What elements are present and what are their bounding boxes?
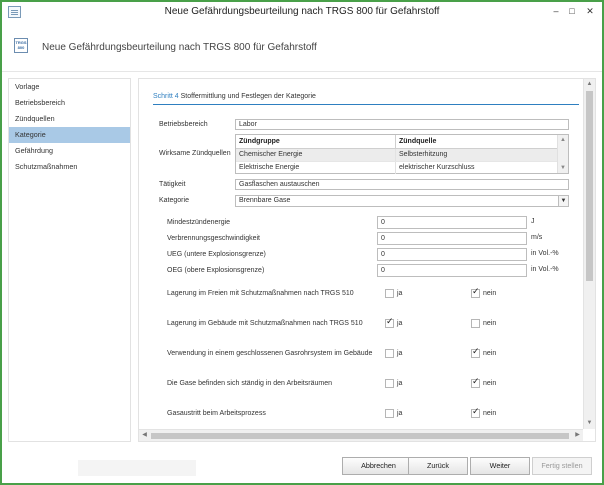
nein-label: nein — [483, 380, 497, 387]
nav-item-zuendquellen[interactable]: Zündquellen — [9, 111, 130, 127]
scroll-up-icon[interactable]: ▲ — [558, 135, 568, 145]
chevron-down-icon[interactable]: ▼ — [558, 196, 568, 206]
step-navigation: Vorlage Betriebsbereich Zündquellen Kate… — [8, 78, 131, 442]
scroll-thumb[interactable] — [151, 433, 569, 439]
betriebsbereich-field[interactable]: Labor — [235, 119, 569, 130]
ueg-input[interactable]: 0 — [377, 248, 527, 261]
taetigkeit-field[interactable]: Gasflaschen austauschen — [235, 179, 569, 190]
step-number: Schritt 4 — [153, 93, 179, 100]
column-header-zuendgruppe[interactable]: Zündgruppe — [236, 135, 396, 149]
close-button[interactable]: ✕ — [580, 4, 600, 18]
window-title: Neue Gefährdungsbeurteilung nach TRGS 80… — [164, 6, 440, 17]
nein-checkbox[interactable] — [471, 407, 480, 418]
nein-checkbox[interactable] — [471, 287, 480, 298]
grid-scrollbar[interactable]: ▲ ▼ — [557, 135, 568, 173]
taetigkeit-label: Tätigkeit — [159, 181, 186, 188]
numeric-label: OEG (obere Explosionsgrenze) — [167, 267, 265, 274]
question-label: Lagerung im Gebäude mit Schutzmaßnahmen … — [167, 320, 363, 327]
verbrennungsgeschwindigkeit-input[interactable]: 0 — [377, 232, 527, 245]
numeric-label: Mindestzündenergie — [167, 219, 231, 226]
grid-cell: Selbsterhitzung — [399, 151, 448, 158]
ja-checkbox[interactable] — [385, 289, 394, 298]
maximize-button[interactable]: □ — [564, 4, 580, 18]
nav-item-kategorie[interactable]: Kategorie — [9, 127, 130, 143]
wizard-title: Neue Gefährdungsbeurteilung nach TRGS 80… — [42, 42, 317, 53]
title-bar: Neue Gefährdungsbeurteilung nach TRGS 80… — [2, 2, 602, 24]
unit-label: in Vol.-% — [531, 266, 559, 273]
grid-header: Zündgruppe Zündquelle — [236, 135, 558, 149]
oeg-input[interactable]: 0 — [377, 264, 527, 277]
numeric-label: UEG (untere Explosionsgrenze) — [167, 251, 266, 258]
nein-label: nein — [483, 320, 497, 327]
nein-label: nein — [483, 350, 497, 357]
numeric-label: Verbrennungsgeschwindigkeit — [167, 235, 261, 242]
mindestzuendenergie-input[interactable]: 0 — [377, 216, 527, 229]
kategorie-select[interactable]: Brennbare Gase ▼ — [235, 195, 569, 207]
nav-item-schutzmassnahmen[interactable]: Schutzmaßnahmen — [9, 159, 130, 175]
nein-checkbox[interactable] — [471, 319, 480, 328]
back-button[interactable]: Zurück — [408, 457, 468, 475]
scroll-left-icon[interactable]: ◀ — [139, 430, 150, 441]
minimize-button[interactable]: – — [548, 4, 564, 18]
ja-label: ja — [397, 380, 403, 387]
scroll-down-icon[interactable]: ▼ — [584, 418, 595, 429]
vertical-scrollbar[interactable]: ▲ ▼ — [583, 79, 595, 429]
nav-item-gefaehrdung[interactable]: Gefährdung — [9, 143, 130, 159]
kategorie-selected-value: Brennbare Gase — [239, 197, 291, 204]
content-scroll-area: Schritt 4 Stoffermittlung und Festlegen … — [139, 79, 583, 429]
grid-cell: elektrischer Kurzschluss — [399, 164, 475, 171]
zuendquellen-grid[interactable]: Zündgruppe Zündquelle Chemischer Energie… — [235, 134, 569, 174]
unit-label: in Vol.-% — [531, 250, 559, 257]
question-label: Gasaustritt beim Arbeitsprozess — [167, 410, 266, 417]
scroll-thumb[interactable] — [586, 91, 593, 281]
scroll-up-icon[interactable]: ▲ — [584, 79, 595, 90]
nein-checkbox[interactable] — [471, 347, 480, 358]
grid-row[interactable]: Elektrische Energie elektrischer Kurzsch… — [236, 161, 558, 174]
ja-label: ja — [397, 320, 403, 327]
question-label: Die Gase befinden sich ständig in den Ar… — [167, 380, 332, 387]
finish-button[interactable]: Fertig stellen — [532, 457, 592, 475]
step-title: Stoffermittlung und Festlegen der Katego… — [180, 93, 316, 100]
nav-item-betriebsbereich[interactable]: Betriebsbereich — [9, 95, 130, 111]
document-icon: TRGS 800 — [14, 38, 28, 53]
horizontal-scrollbar[interactable]: ◀ ▶ — [139, 429, 583, 441]
scroll-right-icon[interactable]: ▶ — [572, 430, 583, 441]
ja-label: ja — [397, 350, 403, 357]
nav-item-vorlage[interactable]: Vorlage — [9, 79, 130, 95]
question-label: Lagerung im Freien mit Schutzmaßnahmen n… — [167, 290, 354, 297]
wizard-window: Neue Gefährdungsbeurteilung nach TRGS 80… — [0, 0, 604, 485]
betriebsbereich-label: Betriebsbereich — [159, 121, 208, 128]
grid-cell: Elektrische Energie — [236, 162, 396, 174]
grid-cell: Chemischer Energie — [236, 149, 396, 161]
nein-checkbox[interactable] — [471, 377, 480, 388]
column-header-zuendquelle[interactable]: Zündquelle — [396, 135, 558, 149]
ja-checkbox[interactable] — [385, 317, 394, 328]
nein-label: nein — [483, 290, 497, 297]
ja-checkbox[interactable] — [385, 409, 394, 418]
question-label: Verwendung in einem geschlossenen Gasroh… — [167, 350, 373, 357]
status-area — [78, 460, 196, 476]
kategorie-label: Kategorie — [159, 197, 189, 204]
cancel-button[interactable]: Abbrechen — [342, 457, 415, 475]
ja-label: ja — [397, 290, 403, 297]
nein-label: nein — [483, 410, 497, 417]
next-button[interactable]: Weiter — [470, 457, 530, 475]
zuendquellen-label: Wirksame Zündquellen — [159, 150, 231, 157]
unit-label: J — [531, 218, 535, 225]
wizard-header: TRGS 800 Neue Gefährdungsbeurteilung nac… — [2, 24, 602, 72]
ja-label: ja — [397, 410, 403, 417]
ja-checkbox[interactable] — [385, 379, 394, 388]
step-content: Schritt 4 Stoffermittlung und Festlegen … — [138, 78, 596, 442]
unit-label: m/s — [531, 234, 543, 241]
ja-checkbox[interactable] — [385, 349, 394, 358]
scroll-down-icon[interactable]: ▼ — [558, 163, 568, 173]
grid-row[interactable]: Chemischer Energie Selbsterhitzung — [236, 149, 558, 161]
step-header: Schritt 4 Stoffermittlung und Festlegen … — [153, 91, 579, 105]
